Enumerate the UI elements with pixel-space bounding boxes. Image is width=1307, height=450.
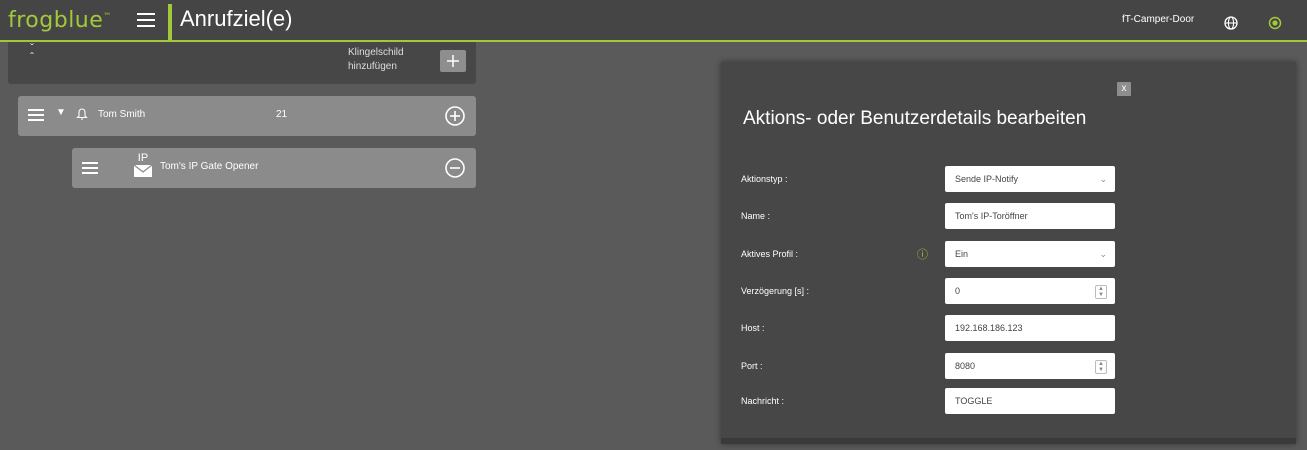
- action-type-label: Aktionstyp :: [741, 174, 788, 184]
- host-label: Host :: [741, 323, 765, 333]
- delay-stepper[interactable]: 0 ▲ ▼: [945, 278, 1115, 304]
- chevron-up-down-icon[interactable]: ˇˆ: [30, 42, 34, 63]
- ip-mail-icon: IP: [130, 152, 156, 184]
- device-name: fT-Camper-Door: [1122, 14, 1195, 25]
- status-icon[interactable]: [1262, 10, 1288, 36]
- add-sign-label: Klingelschild hinzufügen: [348, 46, 428, 74]
- stepper-arrows-icon[interactable]: ▲ ▼: [1095, 360, 1107, 374]
- form-row-action-type: Aktionstyp : Sende IP-Notify ⌄: [741, 166, 1281, 194]
- globe-icon[interactable]: [1218, 10, 1244, 36]
- port-label: Port :: [741, 361, 763, 371]
- plus-circle-icon[interactable]: [444, 105, 466, 132]
- drag-handle-icon[interactable]: [28, 109, 44, 124]
- logo-text: frogblue: [8, 8, 104, 33]
- action-name: Tom's IP Gate Opener: [160, 161, 259, 172]
- contact-name: Tom Smith: [98, 109, 146, 120]
- logo-trademark: ™: [103, 11, 112, 21]
- caret-down-icon[interactable]: ▼: [56, 107, 66, 118]
- port-value: 8080: [955, 361, 976, 371]
- bell-icon: [76, 106, 88, 125]
- menu-icon[interactable]: [137, 13, 155, 27]
- name-label: Name :: [741, 211, 771, 221]
- info-icon[interactable]: ⓘ: [917, 246, 928, 262]
- form-row-message: Nachricht : TOGGLE: [741, 388, 1281, 416]
- action-type-select[interactable]: Sende IP-Notify ⌄: [945, 166, 1115, 192]
- title-accent-bar: [168, 4, 172, 40]
- active-profile-label: Aktives Profil :: [741, 249, 799, 259]
- active-profile-select[interactable]: Ein ⌄: [945, 241, 1115, 267]
- contact-number: 21: [276, 109, 288, 120]
- port-stepper[interactable]: 8080 ▲ ▼: [945, 353, 1115, 379]
- close-button[interactable]: x: [1117, 82, 1131, 96]
- name-value: Tom's IP-Toröffner: [955, 211, 1028, 221]
- action-row[interactable]: IP Tom's IP Gate Opener: [72, 148, 476, 188]
- stepper-arrows-icon[interactable]: ▲ ▼: [1095, 285, 1107, 299]
- form-row-delay: Verzögerung [s] : 0 ▲ ▼: [741, 278, 1281, 306]
- form-row-active-profile: Aktives Profil : ⓘ Ein ⌄: [741, 241, 1281, 269]
- add-sign-button[interactable]: [440, 50, 466, 72]
- ip-icon-text: IP: [137, 152, 149, 164]
- host-value: 192.168.186.123: [955, 323, 1023, 333]
- frogblue-logo: frogblue™: [8, 8, 112, 33]
- edit-dialog: x Aktions- oder Benutzerdetails bearbeit…: [721, 62, 1296, 444]
- chevron-down-icon: ⌄: [1099, 249, 1107, 259]
- message-input[interactable]: TOGGLE: [945, 388, 1115, 414]
- plus-icon: [447, 55, 459, 67]
- host-input[interactable]: 192.168.186.123: [945, 315, 1115, 341]
- delay-label: Verzögerung [s] :: [741, 286, 810, 296]
- minus-circle-icon[interactable]: [444, 157, 466, 184]
- form-row-name: Name : Tom's IP-Toröffner: [741, 203, 1281, 231]
- active-profile-value: Ein: [955, 249, 969, 259]
- add-sign-bar: ˇˆ Klingelschild hinzufügen: [8, 42, 476, 84]
- page-title: Anrufziel(e): [180, 6, 293, 31]
- drag-handle-icon[interactable]: [82, 162, 98, 177]
- message-value: TOGGLE: [955, 396, 993, 406]
- message-label: Nachricht :: [741, 396, 785, 406]
- form-row-port: Port : 8080 ▲ ▼: [741, 353, 1281, 381]
- add-sign-label-line2: hinzufügen: [348, 61, 397, 72]
- dialog-title: Aktions- oder Benutzerdetails bearbeiten: [743, 108, 1087, 129]
- contact-row[interactable]: ▼ Tom Smith 21: [18, 96, 476, 136]
- top-bar: frogblue™ Anrufziel(e) fT-Camper-Door: [0, 0, 1307, 42]
- chevron-down-icon: ⌄: [1099, 174, 1107, 184]
- form-row-host: Host : 192.168.186.123: [741, 315, 1281, 343]
- add-sign-label-line1: Klingelschild: [348, 47, 404, 58]
- name-input[interactable]: Tom's IP-Toröffner: [945, 203, 1115, 229]
- action-type-value: Sende IP-Notify: [955, 174, 1019, 184]
- delay-value: 0: [955, 286, 961, 296]
